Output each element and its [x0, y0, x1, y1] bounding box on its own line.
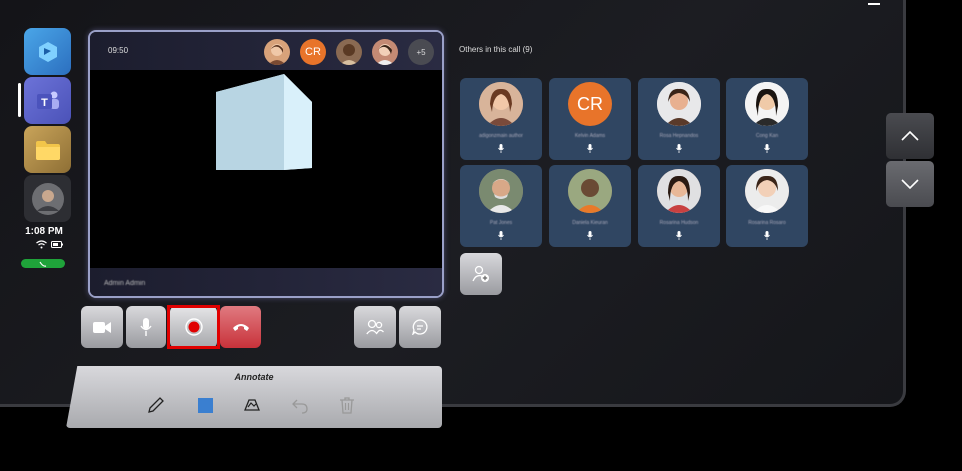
- chat-button[interactable]: [399, 306, 441, 348]
- participant-name: Cong Kan: [755, 133, 779, 139]
- video-camera-icon: [93, 321, 111, 333]
- participant-name: Kelvin Adams: [574, 133, 606, 139]
- teams-app-button[interactable]: T: [24, 77, 71, 124]
- participant-tile[interactable]: Rosa Hepnandos: [638, 78, 720, 160]
- bookings-icon: [38, 41, 57, 62]
- participant-name: Daniela Kieuran: [572, 220, 608, 226]
- participant-name: Rosa Hepnandos: [659, 133, 699, 139]
- scroll-down-button[interactable]: [886, 161, 934, 207]
- add-participant-button[interactable]: [460, 253, 502, 295]
- avatar: [376, 44, 394, 65]
- scroll-up-button[interactable]: [886, 113, 934, 159]
- participant-tile[interactable]: adigonzmain author: [460, 78, 542, 160]
- system-status: [36, 240, 63, 249]
- participant-name: Rosarina Rosaro: [748, 220, 786, 226]
- undo-button[interactable]: [289, 394, 311, 416]
- folder-icon: [35, 140, 60, 160]
- microphone-button[interactable]: [126, 306, 166, 348]
- video-window[interactable]: 09:50 CR +5 Admin Admin: [88, 30, 444, 298]
- avatar: [31, 182, 64, 215]
- avatar: [745, 82, 789, 126]
- battery-icon: [51, 241, 63, 248]
- participant-tile[interactable]: CR Kelvin Adams: [549, 78, 631, 160]
- microphone-icon: [676, 231, 682, 240]
- delete-button[interactable]: [336, 394, 358, 416]
- participant-name: adigonzmain author: [479, 133, 523, 139]
- others-in-call-label: Others in this call (9): [459, 45, 533, 54]
- pen-icon: [148, 397, 164, 413]
- call-timer: 09:50: [108, 46, 129, 55]
- participant-avatar[interactable]: [372, 39, 398, 65]
- avatar: [479, 169, 523, 213]
- microphone-icon: [140, 318, 152, 336]
- microphone-icon: [498, 144, 504, 153]
- avatar: [340, 44, 358, 65]
- participant-name: Pat Jones: [489, 220, 513, 226]
- microphone-icon: [764, 231, 770, 240]
- presenter-name: Admin Admin: [104, 280, 146, 287]
- people-icon: [366, 319, 384, 335]
- shape-tool-button[interactable]: [194, 394, 216, 416]
- avatar-initials: CR: [568, 82, 612, 126]
- hang-up-icon: [232, 324, 249, 331]
- system-clock: 1:08 PM: [25, 226, 63, 237]
- people-button[interactable]: [354, 306, 396, 348]
- trash-icon: [340, 397, 354, 414]
- add-person-icon: [472, 265, 489, 282]
- microphone-icon: [498, 231, 504, 240]
- record-highlight: [167, 305, 220, 349]
- chevron-up-icon: [901, 131, 919, 141]
- participant-tile[interactable]: Daniela Kieuran: [549, 165, 631, 247]
- bookings-app-button[interactable]: [24, 28, 71, 75]
- participant-name: Rosarina Hudson: [659, 220, 699, 226]
- chat-icon: [412, 319, 428, 335]
- participant-tile[interactable]: Rosarina Rosaro: [726, 165, 808, 247]
- participants-overflow[interactable]: +5: [408, 39, 434, 65]
- wifi-icon: [36, 240, 47, 249]
- avatar: [657, 82, 701, 126]
- undo-icon: [292, 399, 308, 414]
- participant-tile[interactable]: Rosarina Hudson: [638, 165, 720, 247]
- active-app-indicator: [18, 83, 21, 117]
- 3d-cube-object: [216, 74, 312, 170]
- participant-avatar[interactable]: [264, 39, 290, 65]
- microphone-icon: [764, 144, 770, 153]
- avatar: [657, 169, 701, 213]
- phone-icon: [39, 261, 47, 267]
- shape-icon: [198, 398, 213, 413]
- highlighter-tool-button[interactable]: [241, 394, 263, 416]
- minimize-icon[interactable]: [868, 3, 880, 5]
- chevron-down-icon: [901, 179, 919, 189]
- avatar: [745, 169, 789, 213]
- participant-avatar[interactable]: [336, 39, 362, 65]
- files-app-button[interactable]: [24, 126, 71, 173]
- avatar: [268, 44, 286, 65]
- participant-tile[interactable]: Pat Jones: [460, 165, 542, 247]
- avatar: [479, 82, 523, 126]
- annotate-title: Annotate: [234, 372, 274, 382]
- svg-text:T: T: [41, 97, 48, 109]
- participant-tile[interactable]: Cong Kan: [726, 78, 808, 160]
- microphone-icon: [587, 231, 593, 240]
- microphone-icon: [587, 144, 593, 153]
- teams-icon: T: [36, 91, 59, 109]
- pen-tool-button[interactable]: [145, 394, 167, 416]
- highlighter-icon: [244, 399, 260, 411]
- active-call-indicator[interactable]: [21, 259, 65, 268]
- hang-up-button[interactable]: [220, 306, 261, 348]
- profile-app-button[interactable]: [24, 175, 71, 222]
- microphone-icon: [676, 144, 682, 153]
- participant-avatar[interactable]: CR: [300, 39, 326, 65]
- avatar: [568, 169, 612, 213]
- camera-button[interactable]: [81, 306, 123, 348]
